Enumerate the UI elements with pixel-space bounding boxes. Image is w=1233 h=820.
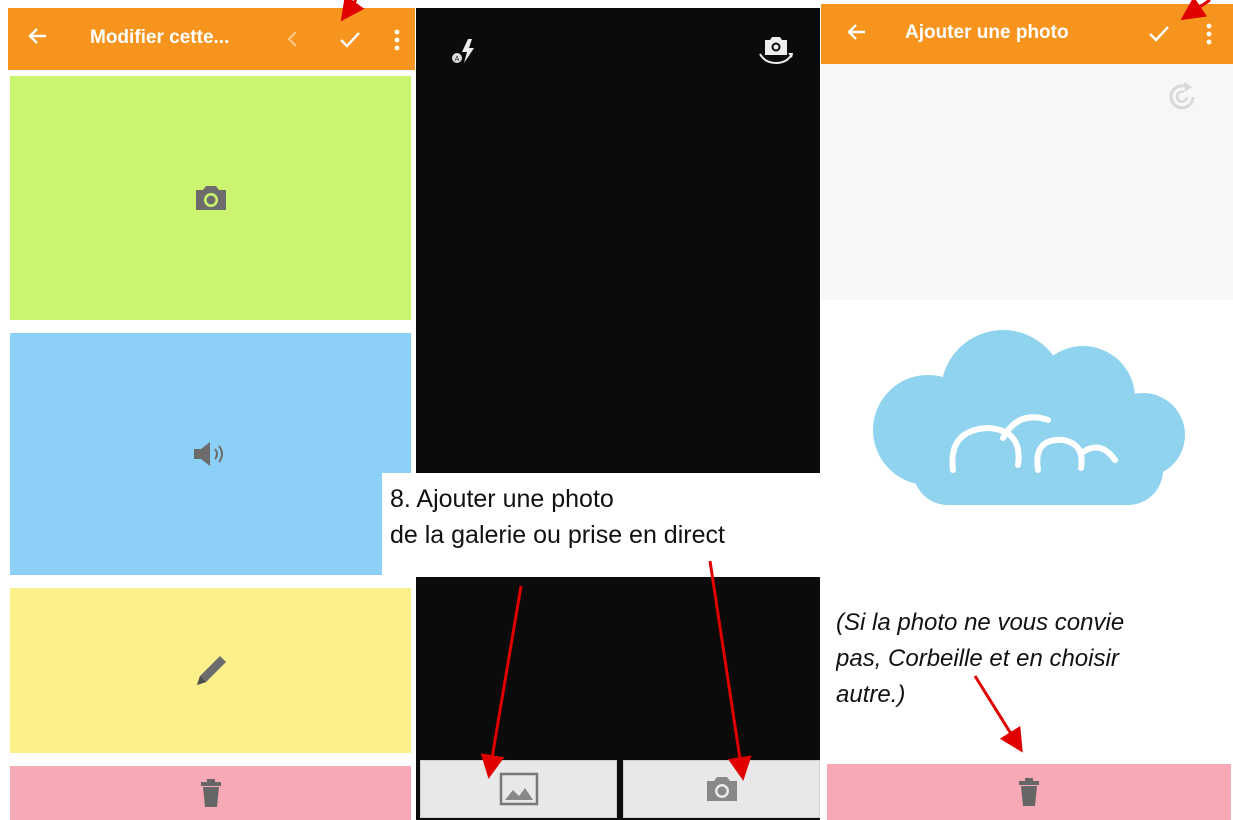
arrow-to-right-trash xyxy=(973,675,1023,753)
arrow-to-right-check xyxy=(1180,0,1211,21)
arrow-to-camera-button xyxy=(708,560,752,781)
annotation-arrows xyxy=(340,0,1211,781)
arrow-to-left-check xyxy=(340,0,365,22)
arrow-to-gallery-button xyxy=(480,585,523,779)
